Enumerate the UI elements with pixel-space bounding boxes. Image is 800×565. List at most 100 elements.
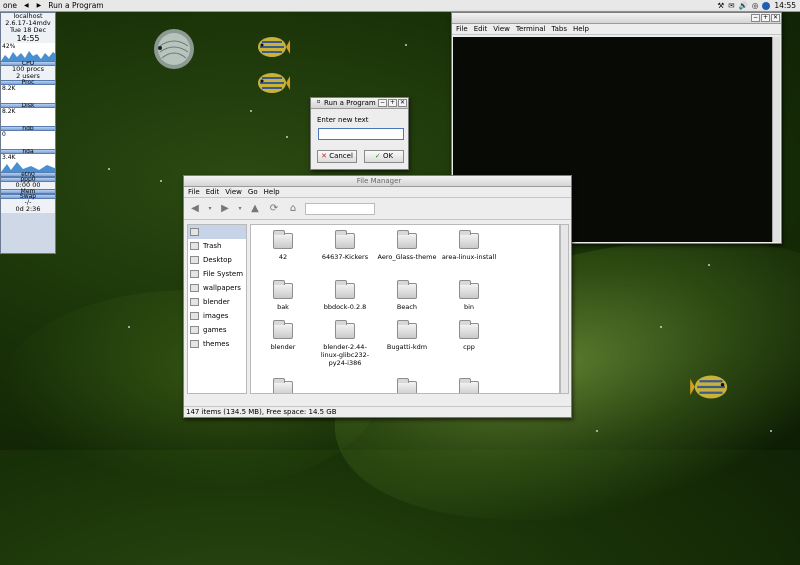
sidebar-item-images[interactable]: images: [188, 309, 246, 323]
file-item[interactable]: area-linux-install: [439, 230, 499, 261]
drive-icon: [190, 270, 199, 278]
close-icon[interactable]: ✕: [771, 14, 780, 22]
trash-icon: [190, 242, 199, 250]
maximize-icon[interactable]: +: [761, 14, 770, 22]
menu-view[interactable]: View: [493, 25, 510, 33]
menu-go[interactable]: Go: [248, 188, 258, 196]
file-view-scrollbar[interactable]: [560, 224, 569, 394]
folder-icon: [190, 312, 199, 320]
file-item[interactable]: [377, 378, 437, 393]
wallpaper-sparkle: [708, 264, 710, 266]
sidebar-item-games[interactable]: games: [188, 323, 246, 337]
menu-help[interactable]: Help: [573, 25, 589, 33]
ok-label: OK: [383, 152, 394, 160]
menu-terminal[interactable]: Terminal: [516, 25, 546, 33]
folder-icon: [190, 326, 199, 334]
terminal-scrollbar[interactable]: [772, 37, 780, 242]
file-item[interactable]: bin: [439, 280, 499, 311]
command-input[interactable]: [318, 128, 404, 140]
folder-icon: [459, 280, 479, 299]
file-item[interactable]: blender-2.44-linux-glibc232-py24-i386: [315, 320, 375, 367]
menu-help[interactable]: Help: [264, 188, 280, 196]
back-arrow-icon[interactable]: ◀: [188, 203, 202, 215]
file-item[interactable]: Aero_Glass-theme: [377, 230, 437, 261]
next-task-arrow-icon[interactable]: ▶: [33, 2, 46, 9]
folder-icon: [459, 230, 479, 249]
file-manager-titlebar[interactable]: File Manager: [184, 176, 571, 187]
folder-icon: [190, 298, 199, 306]
dialog-titlebar[interactable]: ▫ Run a Program − + ✕: [311, 98, 408, 109]
file-manager-menubar: File Edit View Go Help: [184, 187, 571, 198]
status-bar: 147 items (134.5 MB), Free space: 14.5 G…: [184, 406, 571, 417]
file-item[interactable]: bak: [253, 280, 313, 311]
mail-icon[interactable]: ✉: [728, 1, 734, 10]
update-globe-icon[interactable]: [762, 1, 771, 10]
home-icon[interactable]: ⌂: [286, 203, 300, 215]
minimize-icon[interactable]: −: [378, 99, 387, 107]
up-arrow-icon[interactable]: ▲: [248, 203, 262, 215]
cancel-button[interactable]: ✕ Cancel: [317, 150, 357, 163]
file-item[interactable]: Beach: [377, 280, 437, 311]
tools-icon[interactable]: ⚒: [717, 1, 724, 10]
file-item[interactable]: blender: [253, 320, 313, 351]
location-bar[interactable]: [305, 202, 375, 215]
folder-icon: [335, 320, 355, 339]
forward-dropdown-icon[interactable]: ▾: [237, 203, 243, 215]
volume-icon[interactable]: 🔊: [738, 1, 747, 10]
terminal-menubar: File Edit View Terminal Tabs Help: [452, 24, 781, 35]
sidebar-item-blender[interactable]: blender: [188, 295, 246, 309]
file-label: Bugatti-kdm: [386, 343, 428, 351]
file-item[interactable]: [439, 378, 499, 393]
menu-edit[interactable]: Edit: [474, 25, 488, 33]
folder-icon: [190, 340, 199, 348]
prev-task-arrow-icon[interactable]: ◀: [20, 2, 33, 9]
close-icon[interactable]: ✕: [398, 99, 407, 107]
minimize-icon[interactable]: −: [751, 14, 760, 22]
forward-arrow-icon[interactable]: ▶: [218, 203, 232, 215]
wallpaper-sparkle: [770, 430, 772, 432]
window-menu-icon[interactable]: ▫: [314, 99, 323, 107]
sidebar-item-label: blender: [203, 298, 230, 306]
desktop-icon: [190, 256, 199, 264]
menu-edit[interactable]: Edit: [206, 188, 220, 196]
file-item[interactable]: bbdock-0.2.8: [315, 280, 375, 311]
cpu-sparkline: [1, 51, 55, 61]
panel-clock[interactable]: 14:55: [774, 1, 796, 10]
system-monitor-widget: localhost 2.6.17-14mdv Tue 18 Dec 14:55 …: [0, 12, 56, 254]
menu-file[interactable]: File: [188, 188, 200, 196]
taskbar-active-task[interactable]: Run a Program: [45, 1, 106, 10]
ok-button[interactable]: ✓ OK: [364, 150, 404, 163]
proc-value: 8.2K: [2, 85, 16, 92]
folder-icon: [397, 280, 417, 299]
system-tray: ⚒ ✉ 🔊 ◎ 14:55: [717, 1, 800, 10]
top-panel: one ◀ ▶ Run a Program ⚒ ✉ 🔊 ◎ 14:55: [0, 0, 800, 12]
sidebar-item-file-system[interactable]: File System: [188, 267, 246, 281]
menu-view[interactable]: View: [225, 188, 242, 196]
maximize-icon[interactable]: +: [388, 99, 397, 107]
folder-icon: [335, 280, 355, 299]
folder-icon: [397, 230, 417, 249]
folder-icon: [335, 230, 355, 249]
sidebar-item-themes[interactable]: themes: [188, 337, 246, 351]
menu-file[interactable]: File: [456, 25, 468, 33]
main-menu-button[interactable]: one: [0, 1, 20, 10]
menu-tabs[interactable]: Tabs: [552, 25, 568, 33]
sidebar-item-trash[interactable]: Trash: [188, 239, 246, 253]
reload-icon[interactable]: ⟳: [267, 203, 281, 215]
folder-icon: [397, 378, 417, 393]
file-item[interactable]: cpp: [439, 320, 499, 351]
ok-icon: ✓: [374, 152, 381, 160]
sidebar-item-label: Desktop: [203, 256, 232, 264]
sidebar-item-desktop[interactable]: Desktop: [188, 253, 246, 267]
network-icon[interactable]: ◎: [752, 1, 759, 10]
file-item[interactable]: 42: [253, 230, 313, 261]
file-item[interactable]: 64637-Kickers: [315, 230, 375, 261]
folder-icon: [190, 284, 199, 292]
back-dropdown-icon[interactable]: ▾: [207, 203, 213, 215]
sidebar-item-home[interactable]: [188, 225, 246, 239]
folder-icon: [273, 320, 293, 339]
file-item[interactable]: [253, 378, 313, 393]
file-item[interactable]: Bugatti-kdm: [377, 320, 437, 351]
sidebar-item-wallpapers[interactable]: wallpapers: [188, 281, 246, 295]
terminal-titlebar[interactable]: − + ✕: [452, 13, 781, 24]
